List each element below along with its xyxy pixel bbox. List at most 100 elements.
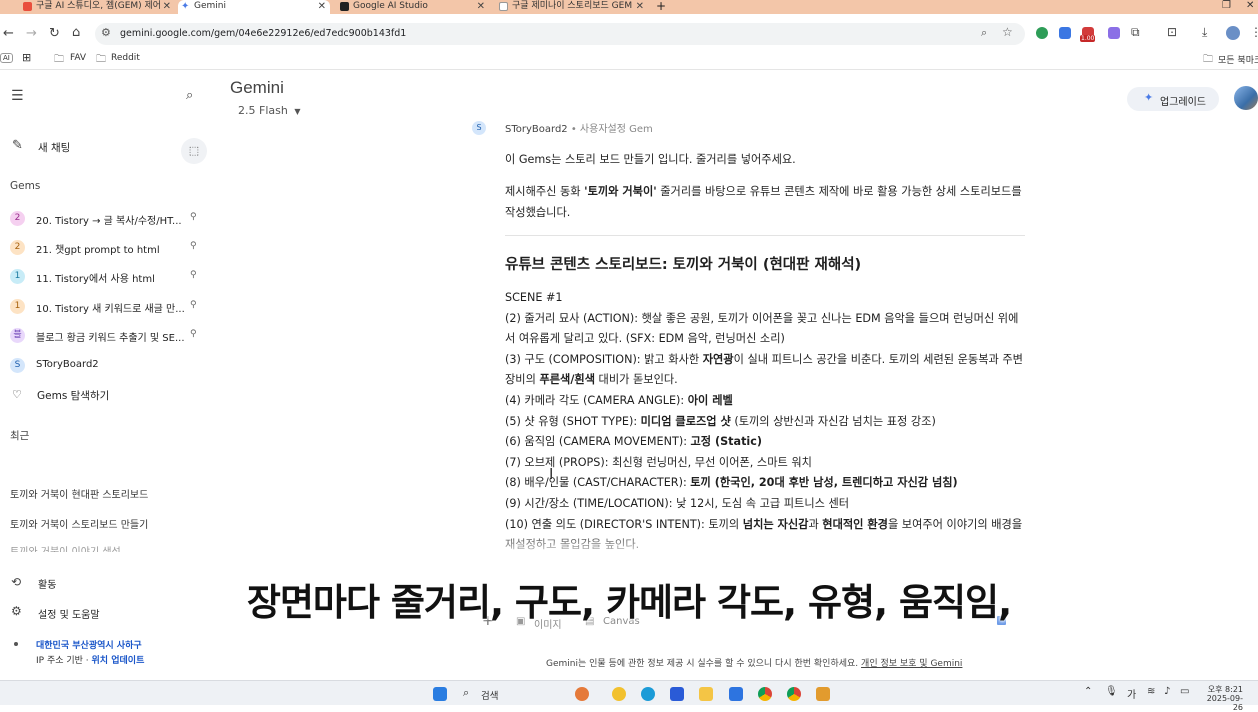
translate-extension-icon[interactable] xyxy=(1059,27,1071,39)
recent-chat-item[interactable]: 토끼와 거북이 스토리보드 만들기 xyxy=(10,516,148,531)
intro-bold: '토끼와 거북이' xyxy=(584,185,657,198)
windows-start-icon[interactable] xyxy=(433,687,447,701)
bookmark-star-icon[interactable]: ☆ xyxy=(1002,25,1013,39)
taskbar-search-icon[interactable]: ⌕ xyxy=(463,686,469,700)
menu-hamburger-icon[interactable]: ☰ xyxy=(11,88,24,104)
ip-location-line: IP 주소 기반 · 위치 업데이트 xyxy=(36,656,145,666)
tray-chevron-icon[interactable]: ⌃ xyxy=(1084,686,1092,697)
recent-heading: 최근 xyxy=(10,430,30,442)
tab-close-icon[interactable]: ✕ xyxy=(163,0,171,13)
browser-tab-ai-studio[interactable]: Google AI Studio ✕ xyxy=(337,0,489,14)
gem-badge-icon: 1 xyxy=(10,299,25,314)
recent-chat-item[interactable]: 토끼와 거북이 이야기 생성 xyxy=(10,543,121,552)
ime-indicator[interactable]: 가 xyxy=(1127,686,1136,701)
extension-purple-icon[interactable] xyxy=(1108,27,1120,39)
download-icon[interactable]: ⤓ xyxy=(1202,25,1207,40)
tab-favicon-icon xyxy=(23,2,32,11)
gem-avatar-badge: S xyxy=(472,121,486,135)
browser-tab-gemini[interactable]: ✦ Gemini ✕ xyxy=(178,0,330,14)
pin-icon[interactable]: ⚲ xyxy=(190,212,197,222)
edge-browser-icon[interactable] xyxy=(641,687,655,701)
all-bookmarks[interactable]: 모든 북마크 xyxy=(1218,53,1258,66)
bookmark-reddit[interactable]: Reddit xyxy=(111,53,140,63)
volume-icon[interactable]: ♪ xyxy=(1164,686,1170,697)
ai-bookmark[interactable]: AI xyxy=(0,53,13,63)
sender-tag: • 사용자설정 Gem xyxy=(570,124,653,135)
chrome-icon[interactable] xyxy=(758,687,772,701)
storyboard-heading: 유튜브 콘텐츠 스토리보드: 토끼와 거북이 (현대판 재해석) xyxy=(505,257,862,273)
reload-icon[interactable]: ↻ xyxy=(49,26,60,41)
gem-item[interactable]: 20. Tistory → 글 복사/수정/HT... xyxy=(36,212,182,227)
extensions-puzzle-icon[interactable]: ⧉ xyxy=(1131,25,1140,40)
microphone-icon[interactable]: 🎙 xyxy=(1105,686,1118,697)
profile-avatar-icon[interactable] xyxy=(1226,26,1240,40)
gemini-sparkle-icon: ✦ xyxy=(1144,91,1154,104)
app-title: Gemini xyxy=(230,78,284,97)
scene-line-movement: (6) 움직임 (CAMERA MOVEMENT): 고정 (Static) xyxy=(505,435,762,449)
zoom-icon[interactable]: ⌕ xyxy=(981,26,987,40)
update-location-link[interactable]: 위치 업데이트 xyxy=(92,656,145,666)
forward-icon[interactable]: → xyxy=(26,26,37,41)
temporary-chat-icon[interactable]: ⬚ xyxy=(181,138,207,164)
browser-tab-ai-studio-article[interactable]: 구글 AI 스튜디오, 젬(GEM) 제어 ✕ xyxy=(20,0,175,14)
bookmark-fav[interactable]: FAV xyxy=(70,53,86,63)
taskbar-app-icon[interactable] xyxy=(816,687,830,701)
gem-item[interactable]: 10. Tistory 새 키워드로 새글 만... xyxy=(36,300,185,315)
tab-search-icon[interactable]: ⊡ xyxy=(1167,25,1177,39)
pin-icon[interactable]: ⚲ xyxy=(190,300,197,310)
pin-icon[interactable]: ⚲ xyxy=(190,241,197,251)
divider xyxy=(505,235,1025,236)
tab-close-icon[interactable]: ✕ xyxy=(477,0,485,13)
close-window-icon[interactable]: ✕ xyxy=(1246,0,1254,11)
gems-heading: Gems xyxy=(10,180,41,192)
url-text[interactable]: gemini.google.com/gem/04e6e22912e6/ed7ed… xyxy=(120,28,406,39)
home-icon[interactable]: ⌂ xyxy=(72,25,80,40)
chrome-icon[interactable] xyxy=(787,687,801,701)
privacy-link[interactable]: 개인 정보 보호 및 Gemini xyxy=(861,659,962,669)
gem-badge-icon: 2 xyxy=(10,240,25,255)
battery-icon[interactable]: ▭ xyxy=(1180,686,1189,697)
recent-chat-item[interactable]: 토끼와 거북이 현대판 스토리보드 xyxy=(10,486,148,501)
model-selector[interactable]: 2.5 Flash ▼ xyxy=(238,104,300,117)
taskbar-app-icon[interactable] xyxy=(575,687,589,701)
taskbar-app-icon[interactable] xyxy=(729,687,743,701)
search-icon[interactable]: ⌕ xyxy=(186,88,193,103)
scene-block: SCENE #1 (2) 줄거리 묘사 (ACTION): 햇살 좋은 공원, … xyxy=(505,288,1025,556)
file-explorer-icon[interactable] xyxy=(699,687,713,701)
bookmarks-bar: AI ⊞ 🗀 FAV 🗀 Reddit 🗀 모든 북마크 xyxy=(0,48,1258,70)
site-info-icon[interactable]: ⚙ xyxy=(101,26,111,39)
apps-grid-icon[interactable]: ⊞ xyxy=(22,51,31,64)
user-avatar[interactable] xyxy=(1234,86,1258,110)
text-cursor-icon: Ⅰ xyxy=(549,465,554,483)
tab-close-icon[interactable]: ✕ xyxy=(636,0,644,13)
store-icon[interactable] xyxy=(670,687,684,701)
tab-close-icon[interactable]: ✕ xyxy=(318,0,326,13)
gem-item[interactable]: 21. 챗gpt prompt to html xyxy=(36,241,160,256)
gem-item[interactable]: 11. Tistory에서 사용 html xyxy=(36,270,155,285)
new-chat-icon[interactable]: ✎ xyxy=(12,138,23,153)
browser-tab-strip: 구글 AI 스튜디오, 젬(GEM) 제어 ✕ ✦ Gemini ✕ Googl… xyxy=(0,0,1258,14)
gem-item[interactable]: 블로그 황금 키워드 추출기 및 SE... xyxy=(36,329,185,344)
explore-gems-icon[interactable]: ♡ xyxy=(12,388,22,401)
pin-icon[interactable]: ⚲ xyxy=(190,270,197,280)
restore-window-icon[interactable]: ❐ xyxy=(1222,0,1231,11)
taskbar-search[interactable]: 검색 xyxy=(481,688,498,702)
taskbar-app-icon[interactable] xyxy=(612,687,626,701)
tab-label: Google AI Studio xyxy=(353,1,428,11)
new-tab-button[interactable]: + xyxy=(656,0,666,13)
explore-gems-link[interactable]: Gems 탐색하기 xyxy=(37,388,109,403)
gem-item[interactable]: SToryBoard2 xyxy=(36,359,99,370)
extension-green-icon[interactable] xyxy=(1036,27,1048,39)
pin-icon[interactable]: ⚲ xyxy=(190,329,197,339)
windows-taskbar: ⌕ 검색 ⌃ 🎙 가 ≋ ♪ ▭ 오후 8:21 2025-09-26 xyxy=(0,680,1258,712)
browser-menu-icon[interactable]: ⋮ xyxy=(1250,25,1258,39)
tab-label: 구글 제미나이 스토리보드 GEM xyxy=(512,1,633,11)
tab-label: Gemini xyxy=(194,1,226,11)
upgrade-button[interactable]: ✦ 업그레이드 xyxy=(1127,87,1219,111)
wifi-icon[interactable]: ≋ xyxy=(1147,686,1155,697)
new-chat-button[interactable]: 새 채팅 xyxy=(38,140,70,155)
back-icon[interactable]: ← xyxy=(3,26,14,41)
disclaimer: Gemini는 인물 등에 관한 정보 제공 시 실수를 할 수 있으니 다시 … xyxy=(546,659,963,669)
clock-date: 2025-09-26 xyxy=(1206,694,1243,712)
browser-tab-storyboard-gem[interactable]: 구글 제미나이 스토리보드 GEM ✕ xyxy=(496,0,648,14)
